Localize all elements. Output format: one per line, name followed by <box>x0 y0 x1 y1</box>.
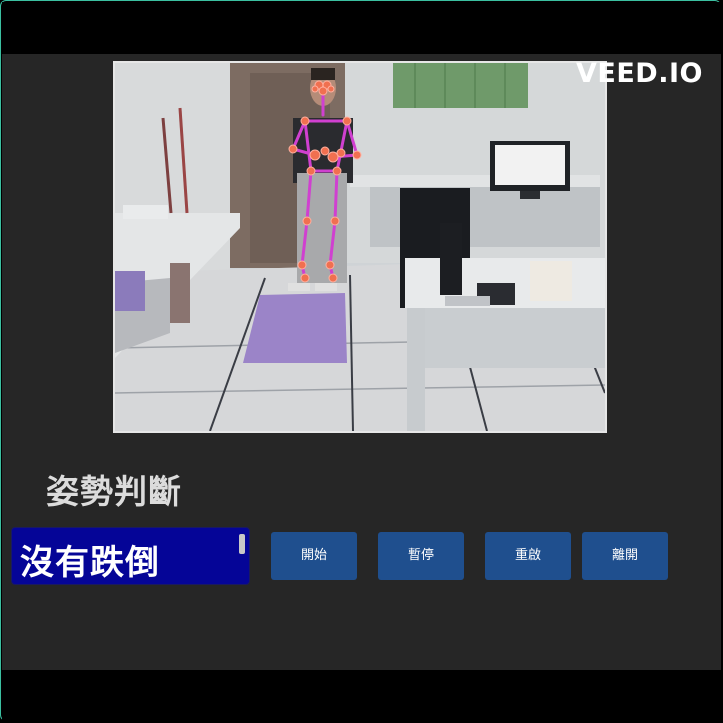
status-scrollbar[interactable] <box>239 534 245 554</box>
camera-frame <box>115 63 605 431</box>
fall-status-display: 沒有跌倒 <box>11 527 250 585</box>
top-letterbox <box>2 2 721 54</box>
posture-judgment-title: 姿勢判斷 <box>46 472 182 511</box>
veed-watermark: VEED.IO <box>576 58 703 89</box>
pause-button[interactable]: 暫停 <box>378 532 464 580</box>
start-button[interactable]: 開始 <box>271 532 357 580</box>
fall-status-text: 沒有跌倒 <box>20 543 160 583</box>
exit-button[interactable]: 離開 <box>582 532 668 580</box>
camera-feed <box>113 61 607 433</box>
bottom-letterbox <box>2 670 721 721</box>
restart-button[interactable]: 重啟 <box>485 532 571 580</box>
